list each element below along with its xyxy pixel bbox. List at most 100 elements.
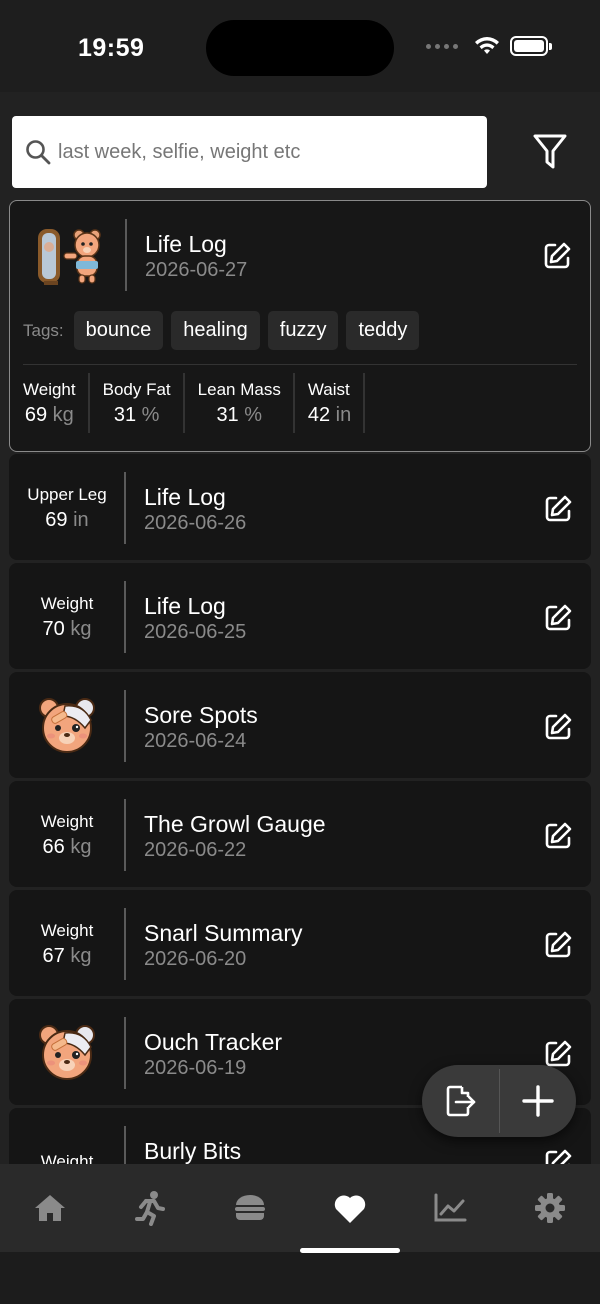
tags-divider — [23, 364, 577, 365]
entry-divider — [124, 472, 126, 544]
status-indicators — [426, 36, 552, 56]
cellular-signal-icon — [426, 43, 458, 49]
edit-icon — [545, 713, 572, 740]
bandaged-bear-icon — [39, 1025, 95, 1080]
tag-chip[interactable]: bounce — [73, 311, 164, 350]
entry-divider — [124, 1126, 126, 1164]
entry-title: Snarl Summary — [144, 920, 303, 946]
entry-date: 2026-06-20 — [144, 948, 247, 970]
edit-button[interactable] — [543, 1148, 573, 1164]
entry-metric-summary: Weight 70 kg — [9, 581, 125, 653]
entry-title: Ouch Tracker — [144, 1029, 283, 1055]
edit-button[interactable] — [543, 930, 573, 960]
search-row — [12, 116, 588, 188]
entry-date: 2026-06-24 — [144, 730, 247, 752]
floating-action-group — [422, 1065, 576, 1137]
home-icon — [35, 1195, 65, 1221]
metric-value: 69 kg — [24, 403, 74, 426]
burger-icon — [235, 1195, 265, 1220]
metric-value: 69 in — [45, 508, 89, 531]
add-entry-button[interactable] — [500, 1065, 577, 1137]
home-indicator-area — [0, 1252, 600, 1304]
edit-icon — [545, 822, 572, 849]
status-bar: 19:59 — [0, 0, 600, 92]
dynamic-island — [206, 20, 394, 76]
edit-icon — [545, 495, 572, 522]
entry-metric-summary: Upper Leg 69 in — [9, 472, 125, 544]
search-icon — [26, 140, 51, 165]
entry-thumbnail — [9, 1017, 125, 1089]
bandaged-bear-icon — [39, 698, 95, 753]
edit-button[interactable] — [543, 494, 573, 524]
entry-card[interactable]: Upper Leg 69 in Life Log 2026-06-26 — [9, 454, 591, 560]
tab-charts[interactable] — [400, 1164, 500, 1252]
entry-divider — [124, 690, 126, 762]
metric-waist: Waist 42 in — [295, 373, 366, 433]
metric-label: Lean Mass — [197, 379, 281, 399]
status-time: 19:59 — [78, 34, 145, 62]
tab-health[interactable] — [300, 1164, 400, 1252]
metric-lean-mass: Lean Mass 31 % — [185, 373, 295, 433]
metrics-row: Weight 69 kg Body Fat 31 % Lean Mass 31 … — [10, 373, 366, 433]
plus-icon — [522, 1085, 554, 1117]
edit-icon — [544, 242, 571, 269]
entry-date: 2026-06-25 — [144, 621, 247, 643]
edit-button[interactable] — [542, 241, 572, 271]
battery-icon — [510, 36, 552, 56]
entry-date: 2026-06-27 — [145, 259, 248, 281]
edit-button[interactable] — [543, 821, 573, 851]
edit-icon — [545, 1149, 572, 1164]
entry-date: 2026-06-22 — [144, 839, 247, 861]
entry-title: Sore Spots — [144, 702, 258, 728]
tab-food[interactable] — [200, 1164, 300, 1252]
entry-metric-summary: Weight 66 kg — [9, 799, 125, 871]
entry-metric-summary: Weight — [9, 1126, 125, 1164]
entry-date: 2026-06-19 — [144, 1057, 247, 1079]
metric-label: Waist — [307, 379, 350, 399]
entry-card[interactable]: Life Log 2026-06-27 Tags: bounce healing… — [9, 200, 591, 452]
entry-divider — [124, 799, 126, 871]
tab-activity[interactable] — [100, 1164, 200, 1252]
metric-label: Weight — [40, 593, 94, 613]
metric-value: 66 kg — [42, 835, 92, 858]
entry-title: Life Log — [145, 231, 227, 257]
tab-settings[interactable] — [500, 1164, 600, 1252]
entry-thumbnail — [9, 690, 125, 762]
entry-card[interactable]: Weight 67 kg Snarl Summary 2026-06-20 — [9, 890, 591, 996]
entry-card[interactable]: Weight 66 kg The Growl Gauge 2026-06-22 — [9, 781, 591, 887]
export-button[interactable] — [422, 1065, 499, 1137]
entry-thumbnail — [10, 219, 126, 291]
entry-card[interactable]: Weight 70 kg Life Log 2026-06-25 — [9, 563, 591, 669]
heart-icon — [334, 1195, 366, 1223]
tag-chip[interactable]: fuzzy — [267, 311, 339, 350]
metric-value: 31 % — [113, 403, 160, 426]
metric-weight: Weight 69 kg — [10, 373, 90, 433]
entry-divider — [124, 908, 126, 980]
metric-label: Weight — [23, 379, 76, 399]
entry-date: 2026-06-26 — [144, 512, 247, 534]
entry-divider — [124, 1017, 126, 1089]
home-indicator[interactable] — [300, 1248, 400, 1253]
tag-chip[interactable]: healing — [171, 311, 260, 350]
tags-row: Tags: bounce healing fuzzy teddy — [23, 311, 420, 350]
filter-button[interactable] — [530, 132, 570, 172]
metric-label: Weight — [40, 1152, 94, 1164]
filter-icon — [533, 134, 567, 169]
edit-icon — [545, 931, 572, 958]
entry-card[interactable]: Sore Spots 2026-06-24 — [9, 672, 591, 778]
entry-divider — [124, 581, 126, 653]
search-input[interactable] — [58, 140, 458, 164]
search-box — [12, 116, 487, 188]
entry-divider — [125, 219, 127, 291]
entry-metric-summary: Weight 67 kg — [9, 908, 125, 980]
tag-chip[interactable]: teddy — [346, 311, 420, 350]
tab-home[interactable] — [0, 1164, 100, 1252]
edit-button[interactable] — [543, 603, 573, 633]
tab-bar — [0, 1164, 600, 1252]
main-content: Life Log 2026-06-27 Tags: bounce healing… — [0, 92, 600, 1164]
edit-button[interactable] — [543, 712, 573, 742]
metric-value: 67 kg — [42, 944, 92, 967]
tags-label: Tags: — [23, 320, 64, 340]
entry-title: Life Log — [144, 484, 226, 510]
entry-title: Burly Bits — [144, 1138, 242, 1164]
